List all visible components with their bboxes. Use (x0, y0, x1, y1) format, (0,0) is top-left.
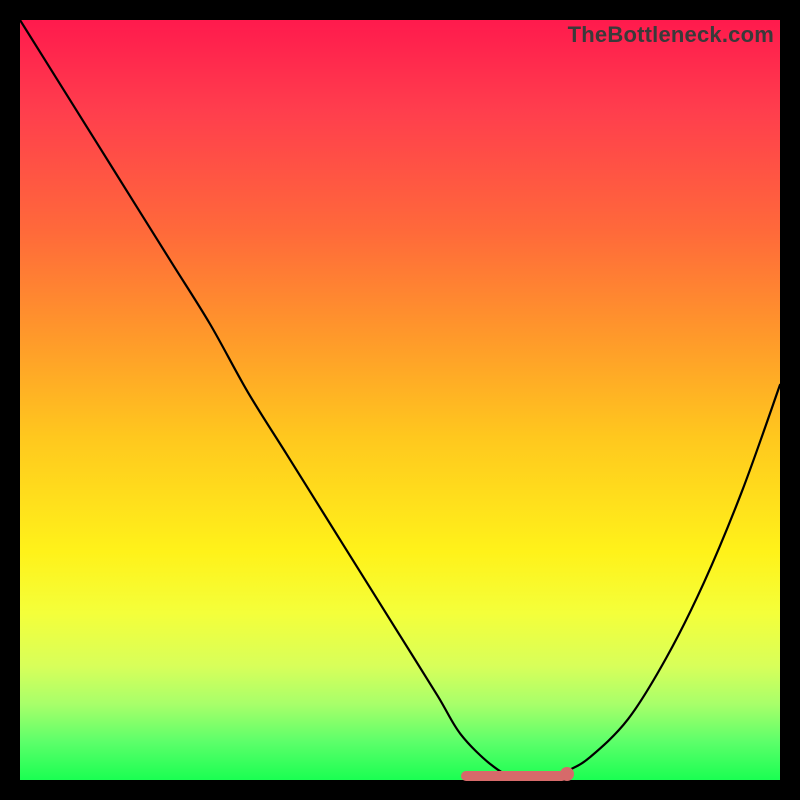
bottleneck-curve (20, 20, 780, 780)
chart-container: TheBottleneck.com (0, 0, 800, 800)
optimal-point-marker (560, 767, 574, 781)
optimal-range-bar (461, 771, 567, 781)
plot-area: TheBottleneck.com (20, 20, 780, 780)
